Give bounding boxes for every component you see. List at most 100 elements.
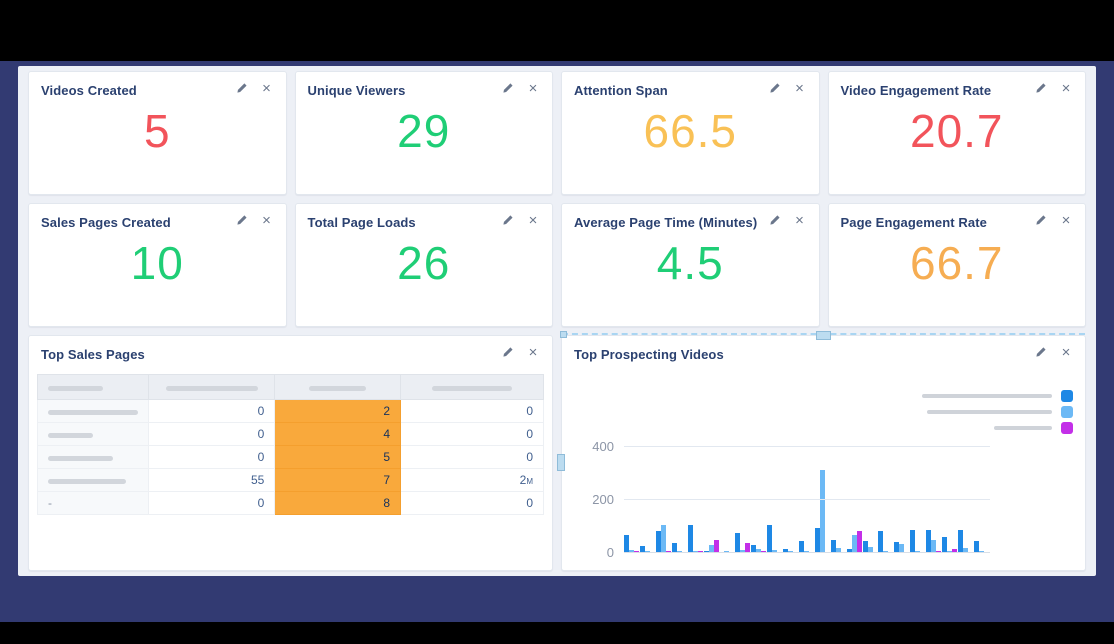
value-cell: 55	[149, 469, 275, 492]
table-header-redacted	[38, 375, 149, 400]
close-icon[interactable]: ×	[526, 81, 540, 95]
bar-series-1	[910, 530, 915, 553]
bar-series-1	[878, 531, 883, 553]
y-axis-tick-label: 0	[607, 545, 614, 560]
redacted-text-bar	[48, 386, 103, 391]
card-actions: ×	[768, 213, 807, 227]
sales-pages-table: 0200400505572m-080	[37, 374, 544, 515]
kpi-value: 66.7	[829, 236, 1086, 290]
resize-handle-top-center[interactable]	[816, 331, 831, 340]
bar-group[interactable]	[767, 525, 782, 553]
redacted-legend-label	[922, 394, 1052, 398]
redacted-text-bar	[48, 456, 113, 461]
bar-group[interactable]	[878, 531, 893, 553]
close-icon[interactable]: ×	[260, 81, 274, 95]
redacted-text-bar	[48, 479, 126, 484]
table-header-row	[38, 375, 544, 400]
table-header-redacted	[275, 375, 401, 400]
value-cell: 0	[401, 400, 544, 423]
kpi-title: Page Engagement Rate	[841, 215, 988, 230]
legend-item[interactable]	[922, 390, 1073, 402]
gridline-400	[624, 446, 990, 447]
table-header-redacted	[401, 375, 544, 400]
kpi-card-videos-created: Videos Created × 5	[28, 71, 287, 195]
highlighted-value-cell: 2	[275, 400, 401, 423]
kpi-title: Attention Span	[574, 83, 668, 98]
chart-legend	[922, 390, 1073, 434]
bar-group[interactable]	[735, 533, 750, 553]
value-cell: 2m	[401, 469, 544, 492]
close-icon[interactable]: ×	[526, 345, 540, 359]
close-icon[interactable]: ×	[1059, 345, 1073, 359]
edit-pencil-icon[interactable]	[1034, 213, 1048, 227]
close-icon[interactable]: ×	[526, 213, 540, 227]
kpi-value: 20.7	[829, 104, 1086, 158]
edit-pencil-icon[interactable]	[768, 213, 782, 227]
bar-group[interactable]	[688, 525, 703, 553]
close-icon[interactable]: ×	[793, 81, 807, 95]
value-cell: 0	[401, 423, 544, 446]
bar-group[interactable]	[958, 530, 973, 553]
resize-handle-top-left[interactable]	[560, 331, 567, 338]
edit-pencil-icon[interactable]	[768, 81, 782, 95]
legend-item[interactable]	[994, 422, 1073, 434]
redacted-text-bar	[432, 386, 512, 391]
y-axis-tick-label: 200	[592, 492, 614, 507]
bar-group[interactable]	[624, 535, 639, 553]
close-icon[interactable]: ×	[1059, 213, 1073, 227]
dashboard-canvas: Videos Created × 5 Unique Viewers × 29 A…	[18, 66, 1096, 576]
kpi-title: Average Page Time (Minutes)	[574, 215, 757, 230]
bar-group[interactable]	[847, 531, 862, 553]
kpi-title: Sales Pages Created	[41, 215, 171, 230]
card-actions: ×	[501, 81, 540, 95]
bar-group[interactable]	[942, 537, 957, 553]
edit-pencil-icon[interactable]	[235, 213, 249, 227]
dashboard-grid: Videos Created × 5 Unique Viewers × 29 A…	[18, 66, 1096, 576]
card-actions: ×	[1034, 213, 1073, 227]
edit-pencil-icon[interactable]	[235, 81, 249, 95]
close-icon[interactable]: ×	[260, 213, 274, 227]
bar-chart-plot: 0200400	[624, 440, 990, 554]
edit-pencil-icon[interactable]	[501, 345, 515, 359]
legend-item[interactable]	[927, 406, 1073, 418]
bar-series-3	[857, 531, 862, 553]
y-axis-tick-label: 400	[592, 439, 614, 454]
card-actions: ×	[235, 81, 274, 95]
redacted-text-bar	[48, 410, 138, 415]
resize-handle-left-middle[interactable]	[557, 454, 565, 471]
kpi-value: 29	[296, 104, 553, 158]
card-actions: ×	[501, 213, 540, 227]
edit-pencil-icon[interactable]	[501, 213, 515, 227]
kpi-value: 26	[296, 236, 553, 290]
edit-pencil-icon[interactable]	[1034, 81, 1048, 95]
close-icon[interactable]: ×	[1059, 81, 1073, 95]
gridline-0	[624, 552, 990, 553]
redacted-text-bar	[309, 386, 366, 391]
highlighted-value-cell: 7	[275, 469, 401, 492]
edit-pencil-icon[interactable]	[1034, 345, 1048, 359]
gridline-200	[624, 499, 990, 500]
table-row: 040	[38, 423, 544, 446]
page-name-cell	[38, 423, 149, 446]
bar-group[interactable]	[656, 525, 671, 553]
chart-card-title: Top Prospecting Videos	[574, 347, 724, 362]
edit-pencil-icon[interactable]	[501, 81, 515, 95]
card-header: Top Sales Pages ×	[29, 336, 552, 362]
bar-group[interactable]	[926, 530, 941, 553]
table-card-title: Top Sales Pages	[41, 347, 145, 362]
bar-group[interactable]	[910, 530, 925, 553]
kpi-title: Videos Created	[41, 83, 137, 98]
table-row: -080	[38, 492, 544, 515]
kpi-card-page-engagement-rate: Page Engagement Rate × 66.7	[828, 203, 1087, 327]
card-actions: ×	[1034, 345, 1073, 359]
dashboard-background: Videos Created × 5 Unique Viewers × 29 A…	[0, 61, 1114, 622]
bar-group[interactable]	[815, 470, 830, 553]
kpi-card-unique-viewers: Unique Viewers × 29	[295, 71, 554, 195]
card-header: Unique Viewers ×	[296, 72, 553, 98]
letterbox-top	[0, 0, 1114, 61]
value-cell: 0	[149, 446, 275, 469]
page-name-cell: -	[38, 492, 149, 515]
card-header: Page Engagement Rate ×	[829, 204, 1086, 230]
highlighted-value-cell: 5	[275, 446, 401, 469]
close-icon[interactable]: ×	[793, 213, 807, 227]
